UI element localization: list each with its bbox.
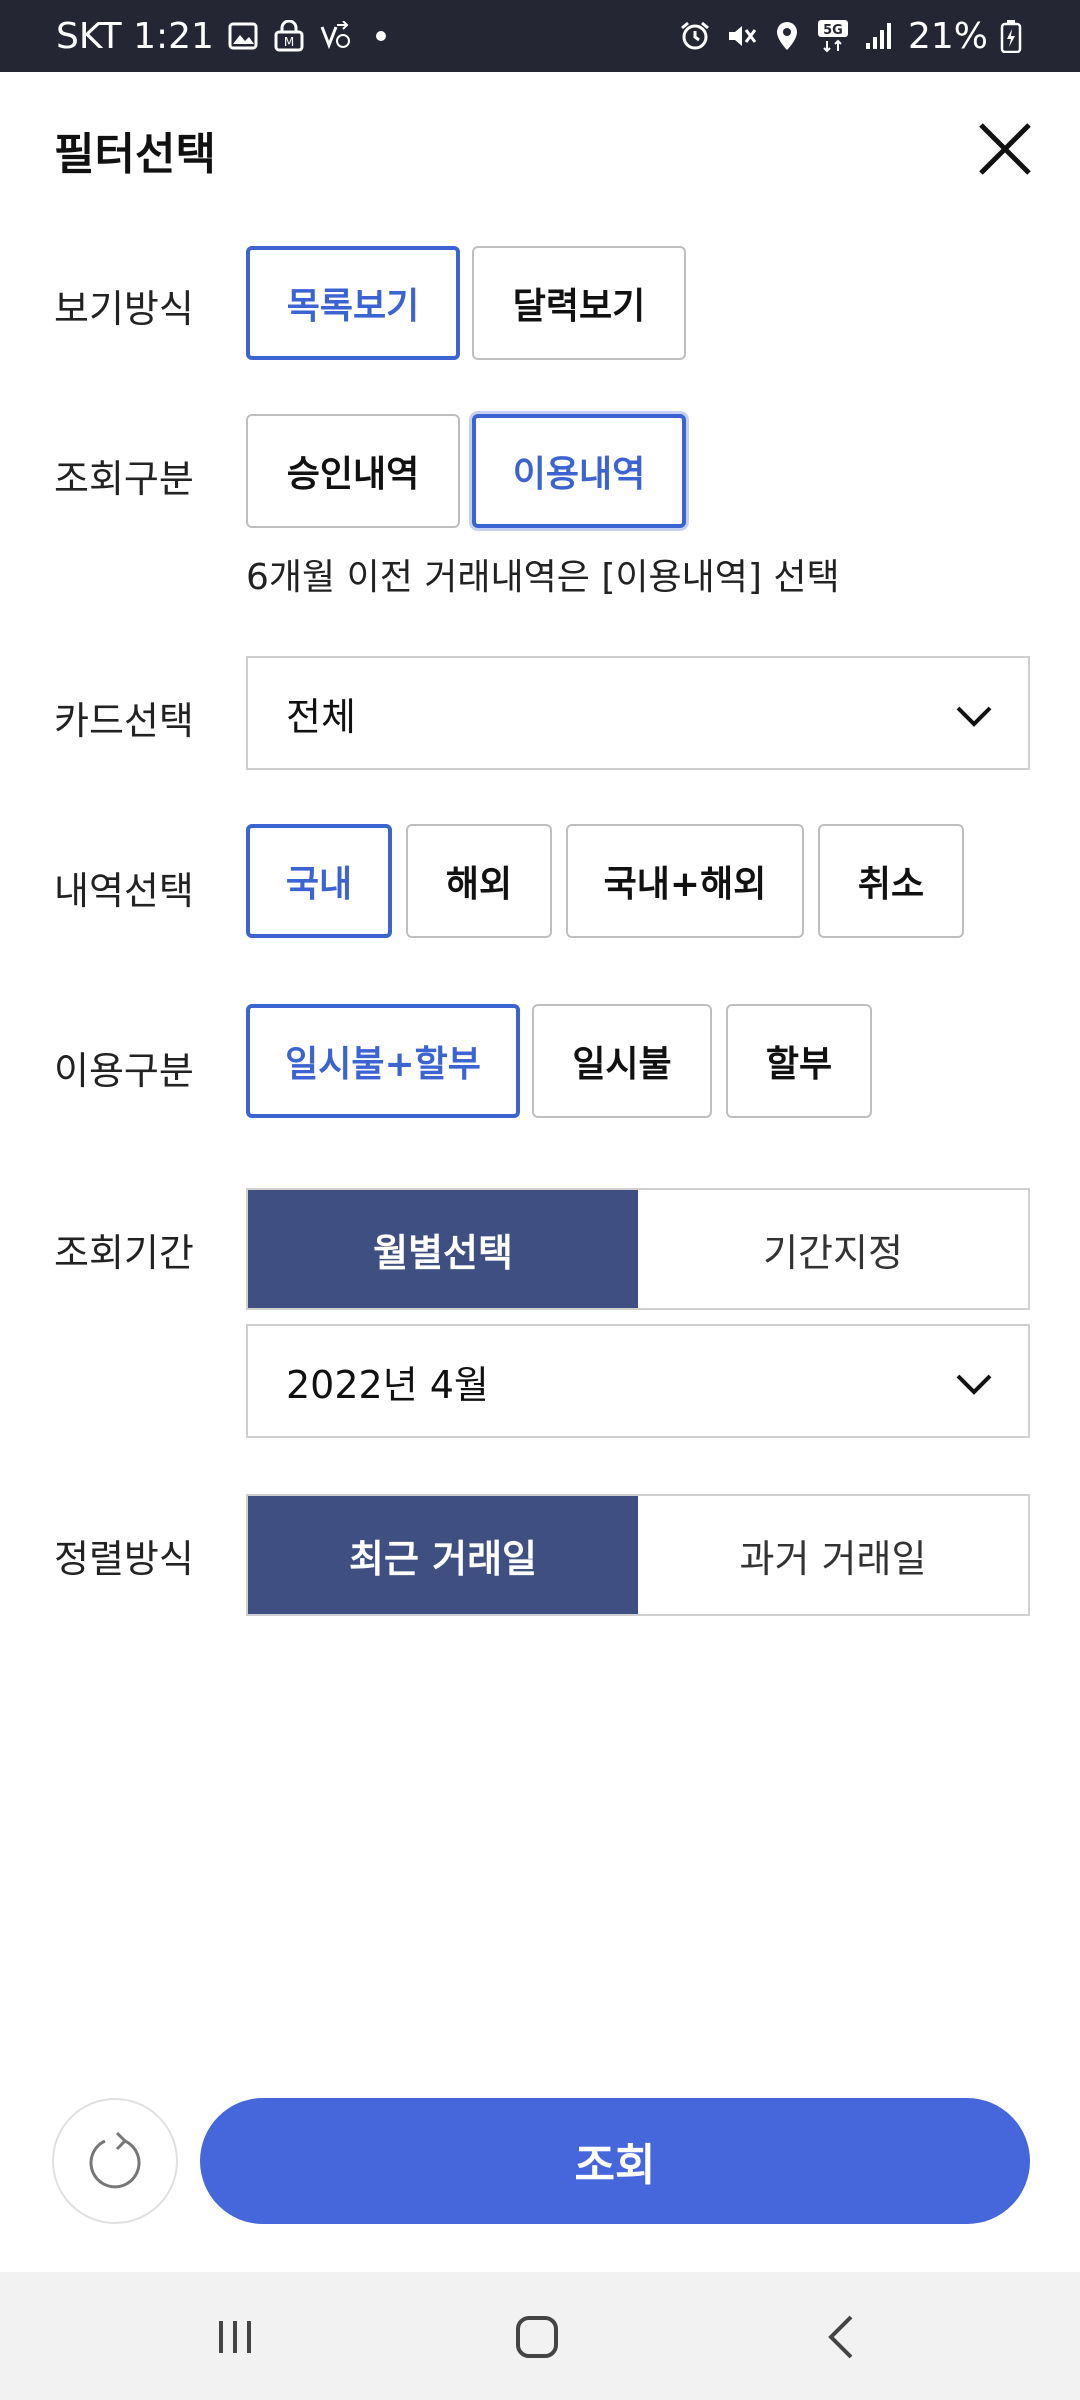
- card-select-dropdown[interactable]: 전체: [246, 656, 1030, 770]
- history-domestic-overseas-button[interactable]: 국내+해외: [566, 824, 804, 938]
- call-forward-icon: [318, 19, 352, 53]
- chevron-down-icon: [956, 706, 992, 727]
- period-custom-button[interactable]: 기간지정: [638, 1190, 1028, 1308]
- history-cancel-button[interactable]: 취소: [818, 824, 964, 938]
- chevron-down-icon: [956, 1374, 992, 1395]
- sort-segmented-control: 최근 거래일 과거 거래일: [246, 1494, 1030, 1616]
- svg-text:M: M: [284, 35, 294, 49]
- sort-label: 정렬방식: [54, 1537, 194, 1581]
- location-icon: [770, 19, 804, 53]
- view-mode-label: 보기방식: [54, 287, 194, 331]
- image-icon: [226, 19, 260, 53]
- card-select-value: 전체: [286, 694, 356, 739]
- history-overseas-button[interactable]: 해외: [406, 824, 552, 938]
- query-type-label: 조회구분: [54, 457, 194, 501]
- period-monthly-button[interactable]: 월별선택: [248, 1190, 638, 1308]
- usage-installment-button[interactable]: 할부: [726, 1004, 872, 1118]
- battery-percent: 21%: [907, 15, 988, 57]
- period-segmented-control: 월별선택 기간지정: [246, 1188, 1030, 1310]
- svg-text:5G: 5G: [823, 23, 843, 38]
- period-label: 조회기간: [54, 1231, 194, 1275]
- vpn-lock-icon: M: [272, 19, 306, 53]
- system-nav-bar: [0, 2272, 1080, 2400]
- home-button[interactable]: [502, 2302, 572, 2372]
- reset-button[interactable]: [52, 2098, 178, 2224]
- 5g-icon: 5G: [816, 19, 850, 53]
- signal-icon: [862, 19, 896, 53]
- usage-type-label: 이용구분: [54, 1049, 194, 1093]
- mute-icon: [724, 19, 758, 53]
- close-icon: [979, 123, 1031, 175]
- sort-oldest-button[interactable]: 과거 거래일: [638, 1496, 1028, 1614]
- alarm-icon: [678, 19, 712, 53]
- close-button[interactable]: [970, 114, 1040, 184]
- recent-apps-icon: [219, 2321, 251, 2353]
- card-select-label: 카드선택: [54, 699, 194, 743]
- history-domestic-button[interactable]: 국내: [246, 824, 392, 938]
- sort-recent-button[interactable]: 최근 거래일: [248, 1496, 638, 1614]
- page-title: 필터선택: [54, 129, 216, 180]
- view-mode-calendar-button[interactable]: 달력보기: [472, 246, 686, 360]
- view-mode-list-button[interactable]: 목록보기: [246, 246, 460, 360]
- home-icon: [516, 2316, 558, 2358]
- battery-icon: [994, 19, 1028, 53]
- dot-icon: [364, 19, 398, 53]
- month-select-value: 2022년 4월: [286, 1362, 489, 1407]
- status-bar-left: SKT 1:21 M: [56, 0, 398, 72]
- query-type-approval-button[interactable]: 승인내역: [246, 414, 460, 528]
- back-icon: [828, 2315, 853, 2359]
- status-bar-right: 5G 21%: [678, 0, 1028, 72]
- submit-button[interactable]: 조회: [200, 2098, 1030, 2224]
- back-button[interactable]: [806, 2302, 876, 2372]
- usage-lump-installment-button[interactable]: 일시불+할부: [246, 1004, 520, 1118]
- query-type-usage-button[interactable]: 이용내역: [472, 414, 686, 528]
- history-select-label: 내역선택: [54, 869, 194, 913]
- month-select-dropdown[interactable]: 2022년 4월: [246, 1324, 1030, 1438]
- usage-lump-button[interactable]: 일시불: [532, 1004, 712, 1118]
- carrier-time: SKT 1:21: [56, 15, 214, 57]
- refresh-icon: [89, 2131, 141, 2189]
- query-type-note: 6개월 이전 거래내역은 [이용내역] 선택: [246, 557, 840, 598]
- status-bar: SKT 1:21 M 5G 21%: [0, 0, 1080, 72]
- recent-apps-button[interactable]: [200, 2302, 270, 2372]
